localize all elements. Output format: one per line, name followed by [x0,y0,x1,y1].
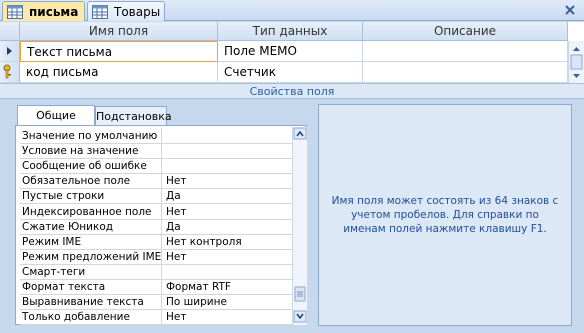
property-row[interactable]: Выравнивание текста По ширине [20,294,293,311]
table-icon [7,4,23,19]
table-icon [92,4,108,19]
property-value[interactable]: Да [164,219,293,234]
property-row[interactable]: Смарт-теги [20,263,293,280]
property-row[interactable]: Формат текста Формат RTF [20,279,293,295]
tab-tovary[interactable]: Товары [87,1,165,21]
property-name: Условие на значение [20,143,162,159]
property-name: Пустые строки [20,188,162,204]
property-row[interactable]: Обязательное поле Нет [20,173,293,190]
current-row-icon [7,47,12,55]
property-row[interactable]: Индексированное поле Нет [20,203,293,220]
property-value[interactable] [164,264,293,279]
property-value[interactable]: Нет [164,204,293,219]
property-value[interactable]: По ширине [164,294,293,309]
property-value[interactable]: Нет [164,173,293,188]
property-row[interactable]: Пустые строки Да [20,188,293,205]
property-name: Выравнивание текста [20,294,162,310]
grid-corner [0,22,20,41]
property-row[interactable]: Сообщение об ошибке [20,158,293,175]
property-value[interactable] [164,143,293,158]
property-value[interactable]: Нет [164,309,293,324]
header-field-name: Имя поля [20,22,218,41]
property-name: Режим IME [20,233,162,249]
property-value[interactable]: Нет [164,249,293,264]
tab-pisma[interactable]: письма [2,1,85,21]
property-row[interactable]: Значение по умолчанию [20,128,293,144]
document-tab-bar: письма Товары [0,0,584,21]
property-row[interactable]: Режим IME Нет контроля [20,233,293,250]
description-cell[interactable] [363,41,568,62]
property-value[interactable]: Да [164,188,293,203]
property-value[interactable] [164,128,293,143]
tab-lookup[interactable]: Подстановка [95,106,172,126]
header-description: Описание [363,22,568,41]
property-name: Значение по умолчанию [20,128,162,143]
property-value[interactable]: Нет контроля [164,234,293,249]
property-value[interactable] [164,158,293,173]
property-row[interactable]: Режим предложений IME Нет [20,248,293,265]
scroll-up-icon [573,47,580,51]
property-row[interactable]: Сжатие Юникод Да [20,218,293,235]
properties-section-title: Свойства поля [0,83,584,99]
grid-vertical-scrollbar[interactable] [568,41,584,83]
data-type-cell[interactable]: Поле MEMO [218,41,363,62]
data-type-cell[interactable]: Счетчик [218,62,363,83]
tab-general[interactable]: Общие [17,105,95,126]
property-name: Обязательное поле [20,173,162,189]
field-design-grid: Имя поля Тип данных Описание Текст письм… [0,22,584,83]
help-panel: Имя поля может состоять из 64 знаков с у… [318,104,572,326]
tab-pisma-label: письма [29,4,79,19]
field-name-cell[interactable]: Текст письма [20,41,218,62]
row-selector[interactable] [0,62,20,83]
primary-key-icon [3,64,11,79]
scroll-down-icon [573,74,580,78]
property-value[interactable]: Формат RTF [164,279,293,294]
property-name: Только добавление [20,309,162,325]
property-name: Формат текста [20,279,162,294]
description-cell[interactable] [363,62,568,83]
properties-scrollbar[interactable] [292,127,307,325]
property-name: Индексированное поле [20,203,162,219]
field-name-cell[interactable]: код письма [20,62,218,83]
field-properties-grid: Значение по умолчанию Условие на значение… [15,125,307,326]
row-selector[interactable] [0,41,20,62]
property-name: Сообщение об ошибке [20,158,162,174]
help-text: Имя поля может состоять из 64 знаков с у… [331,195,559,235]
property-name: Сжатие Юникод [20,218,162,234]
property-name: Режим предложений IME [22,248,162,264]
property-name: Смарт-теги [20,263,162,279]
close-icon[interactable] [562,2,578,18]
tab-tovary-label: Товары [114,4,161,19]
property-row[interactable]: Только добавление Нет [20,309,293,326]
header-data-type: Тип данных [218,22,363,41]
property-row[interactable]: Условие на значение [20,143,293,160]
